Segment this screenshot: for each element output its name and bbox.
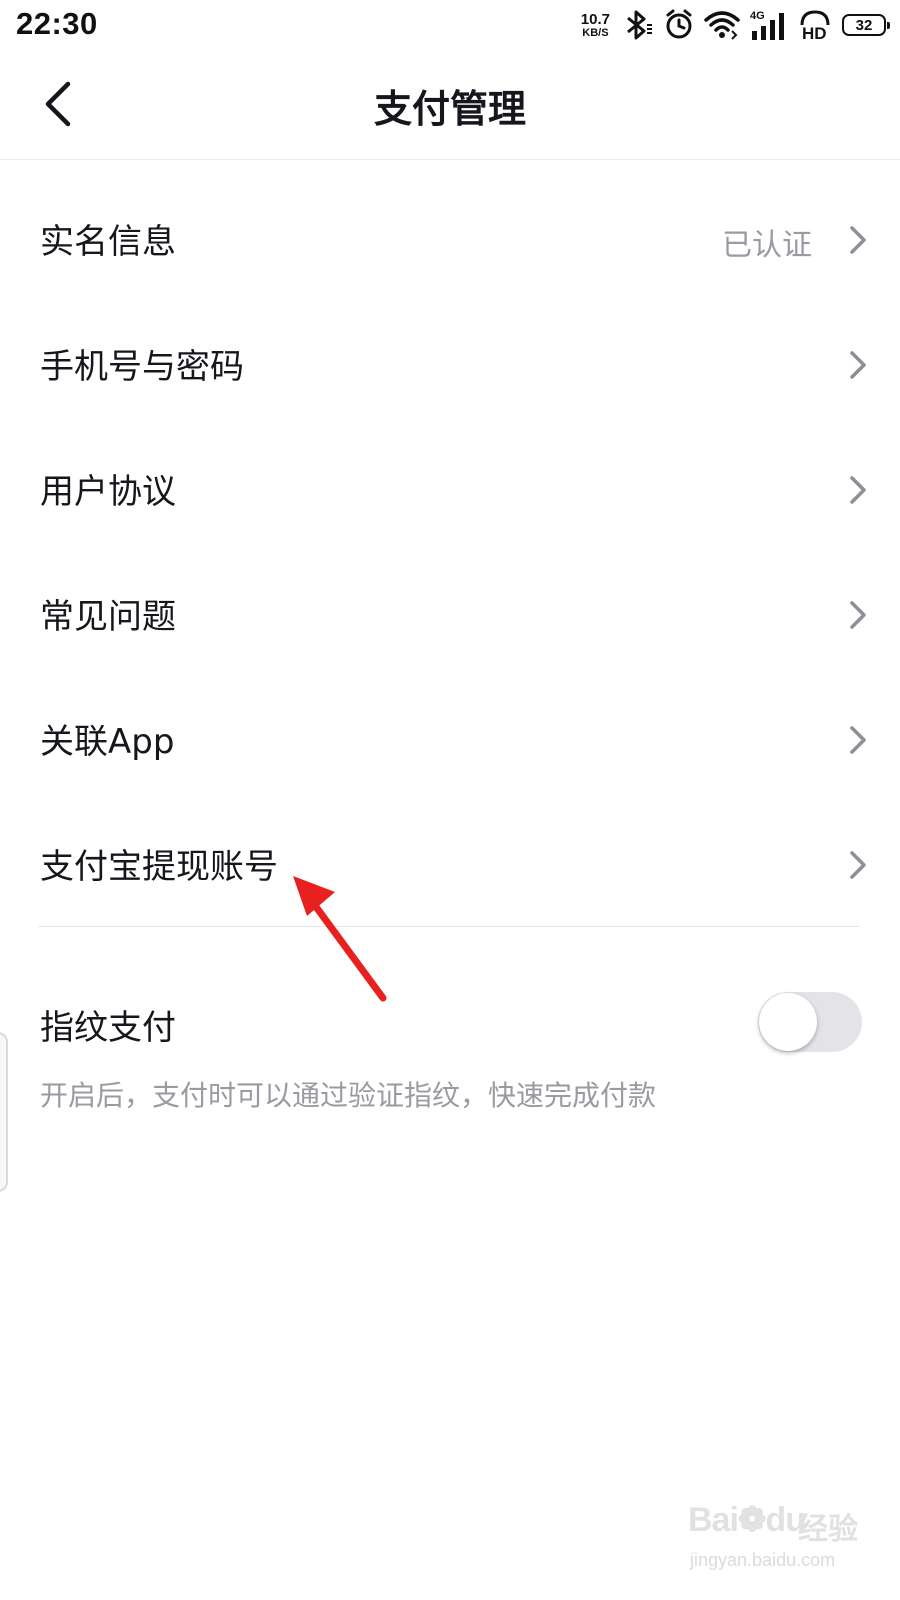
chevron-right-icon — [850, 726, 866, 754]
hd-voice-icon: HD — [798, 9, 832, 41]
svg-text:HD: HD — [802, 24, 827, 41]
toggle-knob — [759, 993, 817, 1051]
nav-bar: 支付管理 — [0, 50, 900, 160]
menu-item-label: 关联App — [40, 722, 175, 762]
battery-icon: 32 — [842, 14, 890, 36]
status-bar: 22:30 10.7 KB/S 4G HD 32 — [0, 0, 900, 50]
menu-item-user-agreement[interactable]: 用户协议 — [0, 430, 900, 555]
fingerprint-payment-description: 开启后，支付时可以通过验证指纹，快速完成付款 — [40, 1079, 657, 1112]
battery-level: 32 — [855, 16, 873, 34]
page-title: 支付管理 — [373, 87, 526, 131]
chevron-right-icon — [850, 851, 866, 879]
menu-item-linked-apps[interactable]: 关联App — [0, 680, 900, 805]
svg-text:4G: 4G — [750, 10, 765, 22]
watermark-brand: Bai❁du — [688, 1501, 806, 1539]
status-time: 22:30 — [16, 6, 98, 41]
paw-icon: ❁ — [737, 1501, 766, 1539]
payment-management-screen: 22:30 10.7 KB/S 4G HD 32 支付管理 实名信息 已认证 手… — [0, 0, 900, 1600]
status-icons: 10.7 KB/S 4G HD 32 — [581, 8, 890, 42]
chevron-right-icon — [850, 476, 866, 504]
menu-item-faq[interactable]: 常见问题 — [0, 555, 900, 680]
menu-item-label: 用户协议 — [40, 472, 176, 512]
bluetooth-icon — [622, 8, 654, 42]
alarm-icon — [664, 9, 694, 41]
settings-list: 实名信息 已认证 手机号与密码 用户协议 常见问题 关联App 支付宝提现账号 — [0, 180, 900, 930]
menu-item-label: 常见问题 — [40, 597, 176, 637]
menu-item-alipay-withdraw-account[interactable]: 支付宝提现账号 — [0, 805, 900, 930]
section-divider — [38, 926, 860, 927]
wifi-icon — [704, 9, 740, 41]
fingerprint-payment-row: 指纹支付 开启后，支付时可以通过验证指纹，快速完成付款 — [0, 980, 900, 1130]
network-speed-value: 10.7 — [580, 10, 610, 28]
menu-item-label: 手机号与密码 — [40, 347, 244, 387]
edge-floating-handle[interactable] — [0, 1032, 8, 1192]
chevron-right-icon — [850, 351, 866, 379]
verified-status: 已认证 — [722, 228, 812, 263]
network-speed: 10.7 KB/S — [581, 12, 610, 39]
menu-item-label: 实名信息 — [40, 222, 176, 262]
fingerprint-payment-toggle[interactable] — [758, 992, 862, 1052]
fingerprint-payment-label: 指纹支付 — [40, 1008, 176, 1048]
chevron-right-icon — [850, 226, 866, 254]
menu-item-real-name-info[interactable]: 实名信息 已认证 — [0, 180, 900, 305]
network-speed-unit: KB/S — [582, 26, 609, 39]
chevron-right-icon — [850, 601, 866, 629]
menu-item-label: 支付宝提现账号 — [40, 847, 278, 887]
menu-item-phone-password[interactable]: 手机号与密码 — [0, 305, 900, 430]
watermark-brand-cn: 经验 — [798, 1512, 858, 1547]
watermark-url: jingyan.baidu.com — [690, 1550, 836, 1570]
signal-icon: 4G — [750, 9, 788, 41]
baidu-jingyan-watermark: Bai❁du 经验 jingyan.baidu.com — [688, 1500, 858, 1580]
annotation-arrow-icon — [293, 876, 387, 1002]
